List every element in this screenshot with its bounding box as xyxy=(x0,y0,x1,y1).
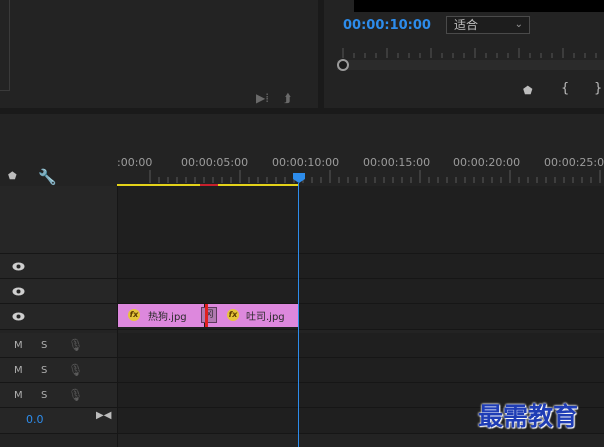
project-panel-frame xyxy=(0,0,10,91)
automate-to-sequence-icon[interactable]: ▶⁞ xyxy=(256,91,269,105)
program-timecode[interactable]: 00:00:10:00 xyxy=(343,18,431,33)
mark-out-icon[interactable]: } xyxy=(594,81,602,96)
mute-button[interactable]: M xyxy=(14,365,23,376)
eye-icon[interactable] xyxy=(12,262,25,271)
watermark: 最需教育 xyxy=(478,402,579,431)
microphone-icon[interactable]: 🎙 xyxy=(68,363,83,377)
new-item-icon[interactable]: ⮭ xyxy=(284,91,291,106)
program-playhead-handle[interactable] xyxy=(337,59,349,71)
fx-badge-icon: fx xyxy=(227,309,239,321)
track-row-a2[interactable] xyxy=(118,358,604,383)
track-header-a3: M S 🎙 xyxy=(0,383,117,408)
add-marker-icon[interactable]: ⬟ xyxy=(523,84,533,97)
program-scrub-bar[interactable] xyxy=(337,60,604,70)
ruler-label: 00:00:15:00 xyxy=(363,156,431,169)
solo-button[interactable]: S xyxy=(41,365,47,376)
track-header-v3 xyxy=(0,254,117,279)
ruler-label: 00:00:20:00 xyxy=(453,156,521,169)
solo-button[interactable]: S xyxy=(41,390,47,401)
microphone-icon[interactable]: 🎙 xyxy=(68,338,83,352)
add-marker-timeline-icon[interactable]: ⬟ xyxy=(8,171,17,182)
mark-in-icon[interactable]: { xyxy=(561,81,569,96)
track-row-v2[interactable] xyxy=(118,279,604,304)
program-ruler xyxy=(342,48,597,58)
microphone-icon[interactable]: 🎙 xyxy=(68,388,83,402)
clip-name: 热狗.jpg xyxy=(148,312,187,323)
fit-zoom-select[interactable]: 适合 ⌄ xyxy=(446,16,530,34)
transition-effect[interactable]: 冈 xyxy=(201,307,217,323)
ruler-label: 00:00:25:00 xyxy=(544,156,604,169)
ruler-ticks xyxy=(149,170,601,183)
solo-button[interactable]: S xyxy=(41,340,47,351)
mute-button[interactable]: M xyxy=(14,390,23,401)
track-row-a1[interactable] xyxy=(118,333,604,358)
clip-toast[interactable]: fx 吐司.jpg xyxy=(208,304,298,327)
eye-icon[interactable] xyxy=(12,312,25,321)
clip-name: 吐司.jpg xyxy=(246,312,285,323)
track-header-a2: M S 🎙 xyxy=(0,358,117,383)
track-header-v4 xyxy=(0,186,117,254)
fit-select-value: 适合 xyxy=(454,18,479,32)
playhead-handle[interactable] xyxy=(293,173,305,183)
wrench-settings-icon[interactable]: 🔧 xyxy=(38,168,57,186)
track-row-v3[interactable] xyxy=(118,254,604,279)
chevron-down-icon: ⌄ xyxy=(514,19,523,30)
ruler-label: 00:00:10:00 xyxy=(272,156,340,169)
bowtie-icon[interactable]: ▶◀ xyxy=(96,410,111,421)
track-header-v1 xyxy=(0,304,117,330)
timeline-header-left xyxy=(0,114,117,186)
clip-hotdog[interactable]: fx 热狗.jpg xyxy=(118,304,204,327)
eye-icon[interactable] xyxy=(12,287,25,296)
master-volume-value[interactable]: 0.0 xyxy=(26,413,44,426)
edit-point-marker[interactable] xyxy=(205,304,208,327)
track-row-v4[interactable] xyxy=(118,186,604,254)
fx-badge-icon: fx xyxy=(128,309,140,321)
project-panel xyxy=(0,0,318,108)
mute-button[interactable]: M xyxy=(14,340,23,351)
ruler-label: 00:00:05:00 xyxy=(181,156,249,169)
playhead-line[interactable] xyxy=(298,183,299,447)
ruler-label: :00:00 xyxy=(117,156,153,169)
track-header-a1: M S 🎙 xyxy=(0,333,117,358)
program-video-frame xyxy=(354,0,604,12)
track-header-v2 xyxy=(0,279,117,304)
